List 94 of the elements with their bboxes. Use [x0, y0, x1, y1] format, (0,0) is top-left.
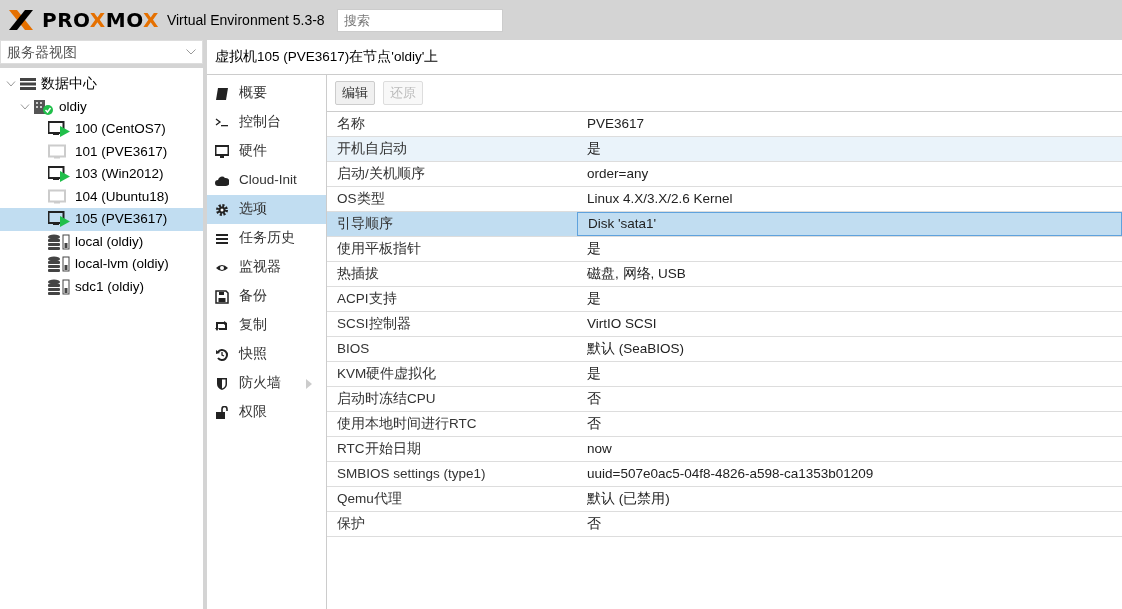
tree-item[interactable]: 100 (CentOS7): [0, 118, 203, 141]
option-value: PVE3617: [586, 114, 646, 133]
option-value: order=any: [586, 164, 650, 183]
logo-x-icon: [8, 9, 34, 31]
option-value: 否: [586, 514, 602, 533]
tree-item[interactable]: 数据中心: [0, 73, 203, 96]
monitor-play-icon: [48, 166, 70, 183]
options-row[interactable]: ACPI支持 是: [327, 287, 1122, 312]
chevron-down-icon: [6, 80, 16, 89]
server-rack-icon: [20, 78, 36, 91]
option-value: 默认 (已禁用): [586, 489, 671, 508]
chevron-down-icon: [20, 102, 30, 111]
nav-menu-item[interactable]: 选项: [207, 195, 326, 224]
nav-menu-item[interactable]: 监视器: [207, 253, 326, 282]
version-text: Virtual Environment 5.3-8: [166, 10, 325, 30]
option-name: 名称: [336, 114, 366, 133]
option-value: 否: [586, 389, 602, 408]
option-name: SCSI控制器: [336, 314, 412, 333]
search-field[interactable]: 搜索: [336, 8, 503, 32]
option-value: 否: [586, 414, 602, 433]
option-name: SMBIOS settings (type1): [336, 464, 487, 483]
option-name: 引导顺序: [336, 214, 394, 233]
options-row[interactable]: SCSI控制器 VirtIO SCSI: [327, 312, 1122, 337]
options-row[interactable]: RTC开始日期 now: [327, 437, 1122, 462]
options-row[interactable]: KVM硬件虚拟化 是: [327, 362, 1122, 387]
tree-item[interactable]: oldiy: [0, 95, 203, 118]
options-row[interactable]: 引导顺序 Disk 'sata1': [327, 212, 1122, 237]
options-row[interactable]: BIOS 默认 (SeaBIOS): [327, 337, 1122, 362]
chevron-down-icon: [186, 49, 196, 55]
settings-icon: [215, 202, 229, 217]
nav-menu-item[interactable]: 硬件: [207, 137, 326, 166]
option-name: ACPI支持: [336, 289, 398, 308]
option-name: Qemu代理: [336, 489, 403, 508]
nav-menu-item[interactable]: 备份: [207, 282, 326, 311]
history-icon: [215, 347, 229, 362]
monitor-play-icon: [48, 211, 70, 228]
options-row[interactable]: 使用本地时间进行RTC 否: [327, 412, 1122, 437]
options-row[interactable]: 使用平板指针 是: [327, 237, 1122, 262]
options-row[interactable]: 热插拔 磁盘, 网络, USB: [327, 262, 1122, 287]
list-icon: [215, 231, 229, 246]
option-value: VirtIO SCSI: [586, 314, 658, 333]
option-name: 启动/关机顺序: [336, 164, 426, 183]
option-name: BIOS: [336, 339, 371, 358]
option-name: 启动时冻结CPU: [336, 389, 437, 408]
tree-item[interactable]: 104 (Ubuntu18): [0, 185, 203, 208]
view-select[interactable]: 服务器视图: [0, 40, 203, 64]
option-value: 是: [586, 289, 602, 308]
options-row[interactable]: 启动/关机顺序 order=any: [327, 162, 1122, 187]
option-value: 是: [586, 239, 602, 258]
monitor-play-icon: [48, 121, 70, 138]
nav-menu-item[interactable]: 概要: [207, 79, 326, 108]
option-value: now: [586, 439, 613, 458]
shield-icon: [215, 376, 229, 391]
options-row[interactable]: Qemu代理 默认 (已禁用): [327, 487, 1122, 512]
option-name: 保护: [336, 514, 366, 533]
nav-menu-item[interactable]: Cloud-Init: [207, 166, 326, 195]
option-value: 默认 (SeaBIOS): [586, 339, 686, 358]
nav-menu-item[interactable]: 快照: [207, 340, 326, 369]
option-name: KVM硬件虚拟化: [336, 364, 438, 383]
tree-item[interactable]: local-lvm (oldiy): [0, 253, 203, 276]
edit-button[interactable]: 编辑: [335, 80, 375, 106]
option-name: 热插拔: [336, 264, 380, 283]
nav-menu-item[interactable]: 复制: [207, 311, 326, 340]
option-value: Disk 'sata1': [577, 212, 1122, 236]
options-row[interactable]: 启动时冻结CPU 否: [327, 387, 1122, 412]
building-check-icon: [34, 98, 54, 115]
tree-item[interactable]: local (oldiy): [0, 230, 203, 253]
option-name: 开机自启动: [336, 139, 408, 158]
database-icon: [48, 278, 70, 295]
option-value: Linux 4.X/3.X/2.6 Kernel: [586, 189, 734, 208]
option-name: OS类型: [336, 189, 386, 208]
options-row[interactable]: SMBIOS settings (type1) uuid=507e0ac5-04f8-4826-a598-ca1353b01209: [327, 462, 1122, 487]
option-value: 磁盘, 网络, USB: [586, 264, 687, 283]
tree-item[interactable]: 105 (PVE3617): [0, 208, 203, 231]
nav-menu-item[interactable]: 权限: [207, 398, 326, 427]
nav-menu-item[interactable]: 防火墙: [207, 369, 326, 398]
monitor-icon: [215, 144, 229, 159]
option-value: 是: [586, 139, 602, 158]
option-value: 是: [586, 364, 602, 383]
option-value: uuid=507e0ac5-04f8-4826-a598-ca1353b01209: [586, 464, 875, 483]
tree-item[interactable]: 101 (PVE3617): [0, 140, 203, 163]
unlocked-padlock-icon: [215, 405, 229, 420]
database-icon: [48, 256, 70, 273]
nav-menu-item[interactable]: 控制台: [207, 108, 326, 137]
option-name: 使用本地时间进行RTC: [336, 414, 478, 433]
options-row[interactable]: 保护 否: [327, 512, 1122, 537]
option-name: 使用平板指针: [336, 239, 422, 258]
logo-text: PROXMOX: [42, 7, 159, 34]
options-row[interactable]: 开机自启动 是: [327, 137, 1122, 162]
tree-item[interactable]: 103 (Win2012): [0, 163, 203, 186]
tree-item[interactable]: sdc1 (oldiy): [0, 275, 203, 298]
database-icon: [48, 233, 70, 250]
nav-menu-item[interactable]: 任务历史: [207, 224, 326, 253]
option-name: RTC开始日期: [336, 439, 422, 458]
